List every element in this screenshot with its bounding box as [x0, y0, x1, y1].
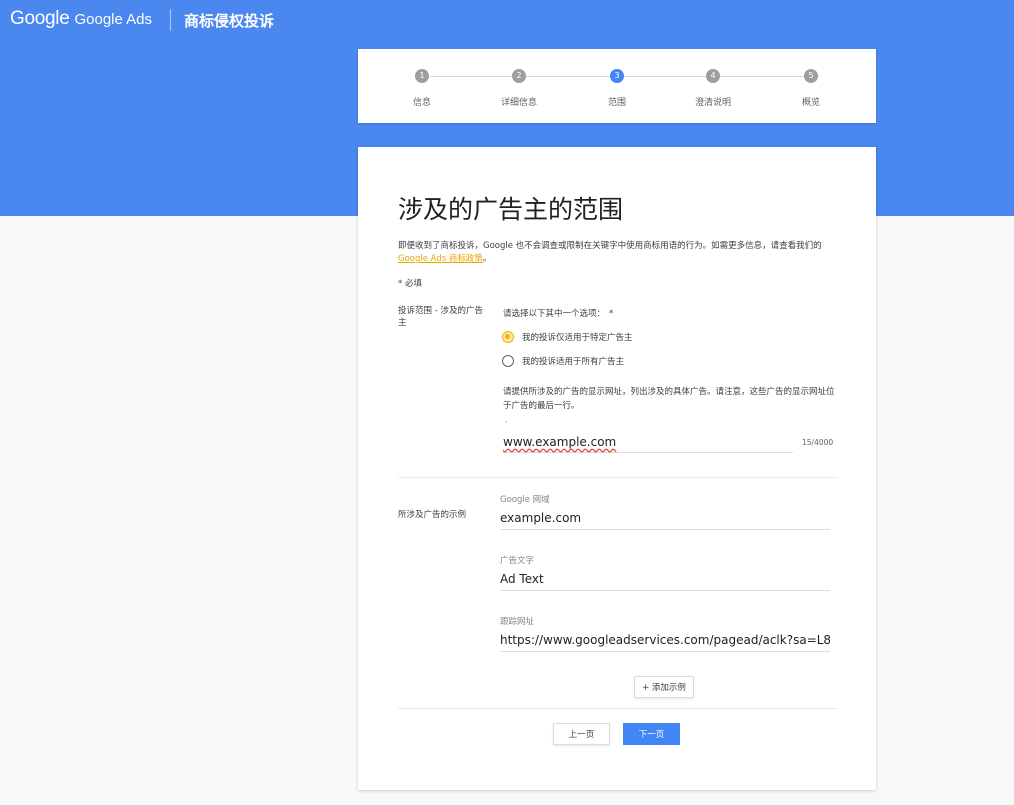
stepper-card: 1 信息 2 详细信息 3 范围 4 澄清说明 5 概览: [358, 49, 876, 123]
required-star: *: [609, 309, 614, 319]
step-number: 3: [610, 69, 624, 83]
header-divider: [170, 9, 171, 31]
scope-section-label: 投诉范围 - 涉及的广告主: [398, 306, 483, 328]
url-field-mark: ,: [505, 415, 508, 424]
display-url-input[interactable]: www.example.com: [503, 435, 793, 453]
step-label: 信息: [412, 98, 431, 108]
step-number: 2: [512, 69, 526, 83]
step-2[interactable]: 2 详细信息: [484, 69, 554, 108]
ad-text-field[interactable]: 广告文字 Ad Text: [500, 554, 830, 591]
ad-text-input[interactable]: Ad Text: [500, 572, 830, 591]
page-header-title: 商标侵权投诉: [184, 12, 275, 30]
logo-ads-text: Google Ads: [74, 11, 153, 28]
radio-button-checked[interactable]: [502, 331, 514, 343]
previous-page-button[interactable]: 上一页: [553, 723, 610, 745]
required-note: * 必填: [398, 279, 422, 289]
step-label: 详细信息: [500, 98, 537, 108]
radio-label: 我的投诉仅适用于特定广告主: [522, 333, 633, 343]
step-label: 澄清说明: [694, 98, 731, 108]
radio-option-specific[interactable]: 我的投诉仅适用于特定广告主: [502, 331, 633, 343]
step-number: 1: [415, 69, 429, 83]
tracking-url-input[interactable]: https://www.googleadservices.com/pagead/…: [500, 633, 830, 652]
char-counter: 15/4000: [802, 438, 834, 447]
app-header: Google Google Ads 商标侵权投诉: [0, 0, 1014, 40]
form-card: 涉及的广告主的范围 即便收到了商标投诉，Google 也不会调查或限制在关键字中…: [358, 147, 876, 790]
step-5[interactable]: 5 概览: [776, 69, 846, 108]
scope-question-text: 请选择以下其中一个选项：: [503, 309, 606, 319]
step-label: 范围: [607, 98, 626, 108]
next-page-button[interactable]: 下一页: [623, 723, 680, 745]
page-title: 涉及的广告主的范围: [398, 195, 624, 224]
step-4[interactable]: 4 澄清说明: [678, 69, 748, 108]
radio-option-all[interactable]: 我的投诉适用于所有广告主: [502, 355, 624, 367]
url-description: 请提供所涉及的广告的显示网址，列出涉及的具体广告。请注意，这些广告的显示网址位于…: [503, 387, 835, 411]
radio-label: 我的投诉适用于所有广告主: [522, 357, 625, 367]
intro-text: 即便收到了商标投诉，Google 也不会调查或限制在关键字中使用商标用语的行为。…: [398, 240, 838, 266]
tracking-url-field[interactable]: 跟踪网址 https://www.googleadservices.com/pa…: [500, 615, 830, 652]
step-1[interactable]: 1 信息: [387, 69, 457, 108]
radio-button[interactable]: [502, 355, 514, 367]
google-domain-field[interactable]: Google 网域 example.com: [500, 493, 830, 530]
add-example-button[interactable]: + 添加示例: [634, 676, 694, 698]
google-domain-input[interactable]: example.com: [500, 511, 830, 530]
google-ads-logo[interactable]: Google Google Ads: [10, 8, 152, 30]
field-label: 跟踪网址: [500, 617, 535, 627]
intro-end: 。: [482, 254, 492, 264]
intro-body: 即便收到了商标投诉，Google 也不会调查或限制在关键字中使用商标用语的行为。…: [398, 241, 822, 251]
trademark-policy-link[interactable]: Google Ads 商标政策: [398, 254, 483, 264]
step-label: 概览: [801, 98, 820, 108]
field-label: 广告文字: [500, 556, 535, 566]
section-divider: [398, 477, 838, 478]
field-label: Google 网域: [500, 495, 550, 505]
display-url-value: www.example.com: [503, 435, 617, 449]
examples-section-label: 所涉及广告的示例: [398, 510, 467, 520]
step-3[interactable]: 3 范围: [582, 69, 652, 108]
logo-google-text: Google: [10, 8, 70, 29]
step-number: 5: [804, 69, 818, 83]
section-divider: [398, 708, 838, 709]
step-number: 4: [706, 69, 720, 83]
scope-question: 请选择以下其中一个选项： *: [503, 307, 613, 319]
